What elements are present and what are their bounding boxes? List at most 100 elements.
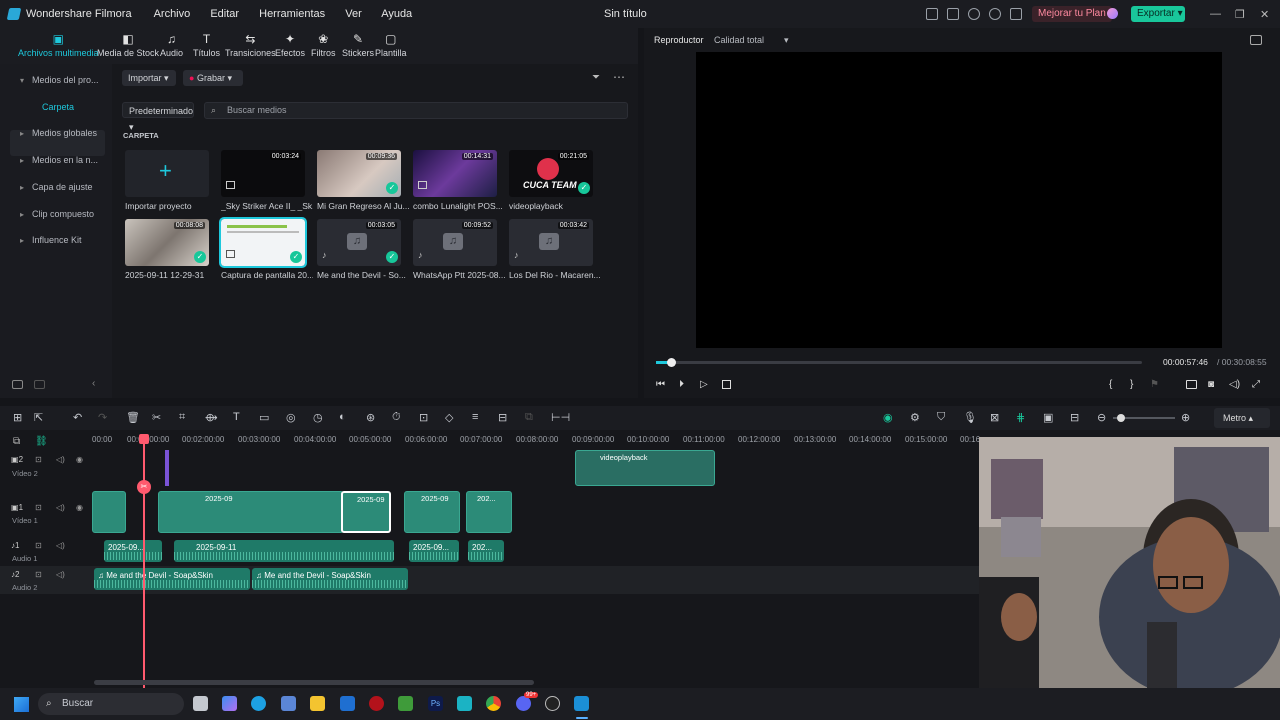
timeline-clip-video1[interactable]: 202... (466, 491, 512, 533)
menu-herramientas[interactable]: Herramientas (259, 8, 325, 20)
timeline-clip-audio1[interactable]: 2025-09... (104, 540, 162, 562)
audio-edit-icon[interactable]: ⊟ (498, 411, 507, 424)
shield-icon[interactable]: ⛉ (937, 411, 945, 424)
fullscreen-icon[interactable]: ⤢ (1252, 379, 1260, 390)
task-view-icon[interactable] (193, 696, 208, 711)
color-icon[interactable]: ◐ (339, 411, 346, 423)
scissors-icon[interactable]: ✂ (137, 480, 151, 494)
redo-icon[interactable]: ↷ (98, 411, 107, 424)
photoshop-icon[interactable]: Ps (428, 696, 443, 711)
playhead[interactable] (143, 436, 145, 688)
menu-ayuda[interactable]: Ayuda (381, 8, 412, 20)
import-project-tile[interactable]: + (125, 150, 209, 197)
timeline-clip-audio2[interactable]: ♫ Me and the Devil - Soap&Skin (252, 568, 408, 590)
timeline-clip-audio1[interactable]: 2025-09... (409, 540, 459, 562)
link-icon[interactable]: ⛓ (35, 436, 48, 447)
filter-icon[interactable]: ⏷ (592, 72, 600, 83)
sidebar-item-carpeta[interactable]: Carpeta (42, 102, 74, 112)
menu-ver[interactable]: Ver (345, 8, 362, 20)
expand-arrow-icon[interactable]: ▸ (20, 236, 24, 245)
marker-icon[interactable]: ⚑ (1150, 379, 1159, 390)
zoom-in-icon[interactable]: ⊕ (1181, 411, 1190, 424)
media-thumb-mi-gran-regreso[interactable]: 00:09:36 ✓ (317, 150, 401, 197)
maximize-icon[interactable]: ❐ (1235, 8, 1245, 21)
mute-icon[interactable]: ◁) (56, 541, 65, 550)
lock-icon[interactable]: ⊡ (35, 541, 42, 550)
zoom-slider[interactable] (1113, 414, 1175, 422)
steam-icon[interactable] (545, 696, 560, 711)
group-icon[interactable]: ⧉ (525, 411, 533, 424)
keyframe-icon[interactable]: ◇ (445, 411, 453, 424)
collapse-sidebar-icon[interactable]: ‹ (92, 378, 95, 389)
split-icon[interactable]: ✂ (152, 411, 161, 424)
crop-icon[interactable]: ⌗ (179, 411, 185, 424)
layout-icon[interactable] (926, 8, 938, 20)
playback-scrubber[interactable] (656, 358, 1142, 367)
menu-editar[interactable]: Editar (210, 8, 239, 20)
chrome-icon[interactable] (486, 696, 501, 711)
tab-reproductor[interactable]: Reproductor (654, 35, 704, 45)
tab-transiciones[interactable]: ⇆ Transiciones (225, 32, 276, 58)
media-thumb-combo-lunalight[interactable]: 00:14:31 (413, 150, 497, 197)
timeline-ruler[interactable]: 00:00 00:01:00:00 00:02:00:00 00:03:00:0… (92, 432, 980, 450)
tab-plantilla[interactable]: ▢ Plantilla (375, 32, 407, 58)
media-thumb-los-del-rio[interactable]: ♫ 00:03:42 ♪ (509, 219, 593, 266)
save-icon[interactable] (947, 8, 959, 20)
play-reverse-icon[interactable]: ⏵ (679, 379, 684, 390)
mask-icon[interactable]: ◎ (286, 411, 296, 424)
snap-icon[interactable]: ⋕ (1016, 411, 1025, 424)
support-icon[interactable] (989, 8, 1001, 20)
scrubber-handle[interactable] (666, 358, 676, 367)
discord-icon[interactable] (516, 696, 531, 711)
more-tools-icon[interactable]: ⊢⊣ (551, 411, 570, 424)
cloud-icon[interactable] (968, 8, 980, 20)
layout-grid-icon[interactable]: ⊞ (13, 411, 22, 424)
avatar[interactable] (1107, 8, 1118, 19)
duration-icon[interactable]: ⏱ (392, 411, 401, 424)
expand-arrow-icon[interactable]: ▸ (20, 183, 24, 192)
tab-media-de-stock[interactable]: ◧ Media de Stock (97, 32, 159, 58)
lock-icon[interactable]: ⊡ (35, 455, 42, 464)
fit-icon[interactable]: ⊡ (419, 411, 428, 424)
sidebar-item-capa-ajuste[interactable]: Capa de ajuste (32, 182, 93, 192)
render-icon[interactable]: ⚙ (910, 411, 920, 424)
timeline-scrollbar[interactable] (94, 680, 534, 685)
adjust-icon[interactable]: ≡ (472, 411, 478, 423)
timeline-clip-audio1[interactable]: 202... (468, 540, 504, 562)
upgrade-plan-button[interactable]: Mejorar tu Plan (1032, 6, 1112, 22)
tab-titulos[interactable]: T Títulos (193, 32, 220, 58)
import-folder-icon[interactable] (34, 380, 45, 389)
pip-icon[interactable]: ▣ (1043, 411, 1053, 424)
mute-icon[interactable]: ◁) (56, 455, 65, 464)
media-search-input[interactable]: ⌕ Buscar medios (204, 102, 628, 119)
rectangle-icon[interactable]: ▭ (259, 411, 269, 424)
mute-icon[interactable]: ◁) (56, 503, 65, 512)
tab-filtros[interactable]: ❀ Filtros (311, 32, 336, 58)
copilot-icon[interactable] (222, 696, 237, 711)
text-tool-icon[interactable]: T (233, 411, 240, 423)
playhead-handle[interactable] (139, 434, 149, 444)
tab-stickers[interactable]: ✎ Stickers (342, 32, 374, 58)
speed-icon[interactable]: ⟴ (205, 411, 218, 424)
media-thumb-me-and-the-devil[interactable]: ♫ 00:03:05 ♪ ✓ (317, 219, 401, 266)
quality-dropdown[interactable]: Calidad total ▾ (714, 35, 789, 46)
mark-out-icon[interactable]: } (1130, 379, 1133, 390)
timeline-clip-video1[interactable]: 2025-09 (158, 491, 344, 533)
apps-grid-icon[interactable] (1010, 8, 1022, 20)
outlook-icon[interactable] (340, 696, 355, 711)
filmora-taskbar-icon[interactable] (574, 696, 589, 711)
lock-icon[interactable]: ⊡ (35, 503, 42, 512)
visibility-icon[interactable]: ◉ (76, 455, 83, 464)
stabilize-icon[interactable]: ⊛ (366, 411, 375, 424)
zoom-out-icon[interactable]: ⊖ (1097, 411, 1106, 424)
tab-efectos[interactable]: ✦ Efectos (275, 32, 305, 58)
sidebar-item-medios-globales[interactable]: Medios globales (32, 128, 97, 138)
opera-icon[interactable] (369, 696, 384, 711)
timeline-clip-audio1[interactable]: 2025-09-11 (174, 540, 394, 562)
close-icon[interactable]: ✕ (1260, 8, 1269, 21)
sidebar-item-medios-nube[interactable]: Medios en la n... (32, 155, 98, 165)
file-explorer-icon[interactable] (310, 696, 325, 711)
mark-in-icon[interactable]: { (1109, 379, 1112, 390)
camera-icon[interactable]: ◙ (1208, 379, 1214, 390)
select-tool-icon[interactable]: ⇱ (34, 411, 43, 424)
